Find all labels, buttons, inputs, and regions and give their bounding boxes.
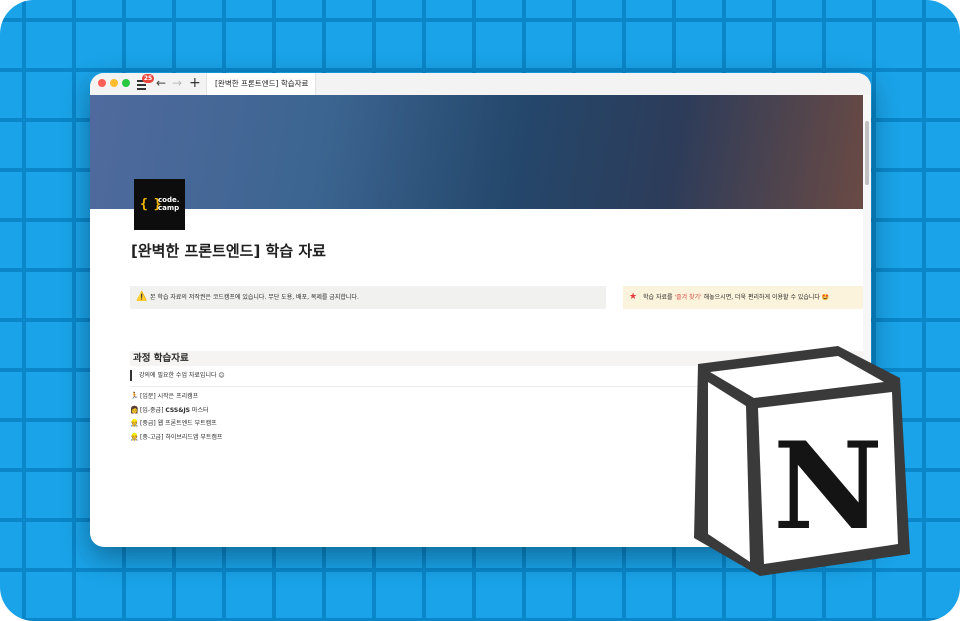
link-prefix: [중-고급] bbox=[140, 433, 166, 441]
runner-icon: 🏃 bbox=[130, 392, 139, 400]
maximize-window-button[interactable] bbox=[122, 79, 130, 87]
new-tab-icon[interactable]: + bbox=[189, 75, 201, 91]
star-icon: ★ bbox=[629, 292, 638, 302]
link-prefix: [입-중급] bbox=[140, 406, 166, 414]
bookmark-callout: ★ 학습 자료를 '즐겨 찾기' 해놓으시면, 더욱 편리하게 이용할 수 있습… bbox=[623, 286, 863, 309]
background-grid: 25 ← → + [완벽한 프론트엔드] 학습자료 { } code. camp… bbox=[0, 0, 960, 621]
course-link-css-js[interactable]: 👩[입-중급] CSS&JS 마스터 bbox=[130, 404, 222, 418]
tab-count-badge: 25 bbox=[142, 74, 154, 83]
logo-text-line1: code. bbox=[158, 196, 180, 204]
forward-arrow-icon[interactable]: → bbox=[172, 75, 182, 91]
course-link-list: 🏃[입문] 시작은 프리캠프 👩[입-중급] CSS&JS 마스터 👷[중급] … bbox=[130, 390, 222, 444]
warning-icon: ⚠️ bbox=[136, 292, 148, 302]
worker-icon: 👷 bbox=[130, 419, 139, 427]
notion-cube-side bbox=[708, 382, 750, 562]
callout-highlight: '즐겨 찾기' bbox=[674, 294, 702, 301]
page-title: [완벽한 프론트엔드] 학습 자료 bbox=[131, 242, 326, 260]
minimize-window-button[interactable] bbox=[110, 79, 118, 87]
link-prefix: [입문] bbox=[140, 393, 158, 400]
copyright-callout: ⚠️ 본 학습 자료의 저작권은 코드캠프에 있습니다. 무단 도용, 배포, … bbox=[130, 286, 606, 309]
course-link-frontend-bootcamp[interactable]: 👷[중급] 웹 프론트엔드 부트캠프 bbox=[130, 417, 222, 431]
section-quote: 강의에 필요한 수업 자료입니다 😊 bbox=[130, 370, 225, 381]
active-tab[interactable]: [완벽한 프론트엔드] 학습자료 bbox=[206, 73, 316, 95]
notion-logo-icon: N bbox=[694, 346, 910, 576]
link-suffix: 하이브리드앱 부트캠프 bbox=[165, 433, 223, 441]
link-suffix: 시작은 프리캠프 bbox=[157, 393, 199, 400]
course-link-intro[interactable]: 🏃[입문] 시작은 프리캠프 bbox=[130, 390, 222, 404]
scrollbar-thumb[interactable] bbox=[865, 121, 869, 185]
title-bar: 25 ← → + [완벽한 프론트엔드] 학습자료 bbox=[90, 73, 871, 96]
student-icon: 👩 bbox=[130, 405, 139, 414]
callout-text-before: 학습 자료를 bbox=[643, 294, 675, 301]
callout-text-after: 해놓으시면, 더욱 편리하게 이용할 수 있습니다 🤩 bbox=[701, 294, 830, 301]
back-arrow-icon[interactable]: ← bbox=[156, 75, 166, 91]
page-cover-image bbox=[90, 95, 863, 209]
link-suffix: 웹 프론트엔드 부트캠프 bbox=[157, 420, 217, 427]
close-window-button[interactable] bbox=[98, 79, 106, 87]
link-prefix: [중급] bbox=[140, 420, 158, 427]
logo-text-line2: camp bbox=[158, 204, 180, 212]
link-bold: CSS&JS bbox=[165, 406, 191, 414]
codecamp-logo: { } code. camp bbox=[134, 179, 185, 230]
menu-icon-bar bbox=[137, 84, 146, 86]
link-suffix: 마스터 bbox=[190, 406, 209, 414]
course-link-hybrid-app[interactable]: 👷[중-고급] 하이브리드앱 부트캠프 bbox=[130, 431, 222, 445]
notion-letter: N bbox=[773, 416, 883, 557]
worker-icon: 👷 bbox=[130, 432, 139, 441]
callout-text: 본 학습 자료의 저작권은 코드캠프에 있습니다. 무단 도용, 배포, 복제를… bbox=[150, 294, 359, 301]
menu-icon-bar bbox=[137, 88, 146, 90]
